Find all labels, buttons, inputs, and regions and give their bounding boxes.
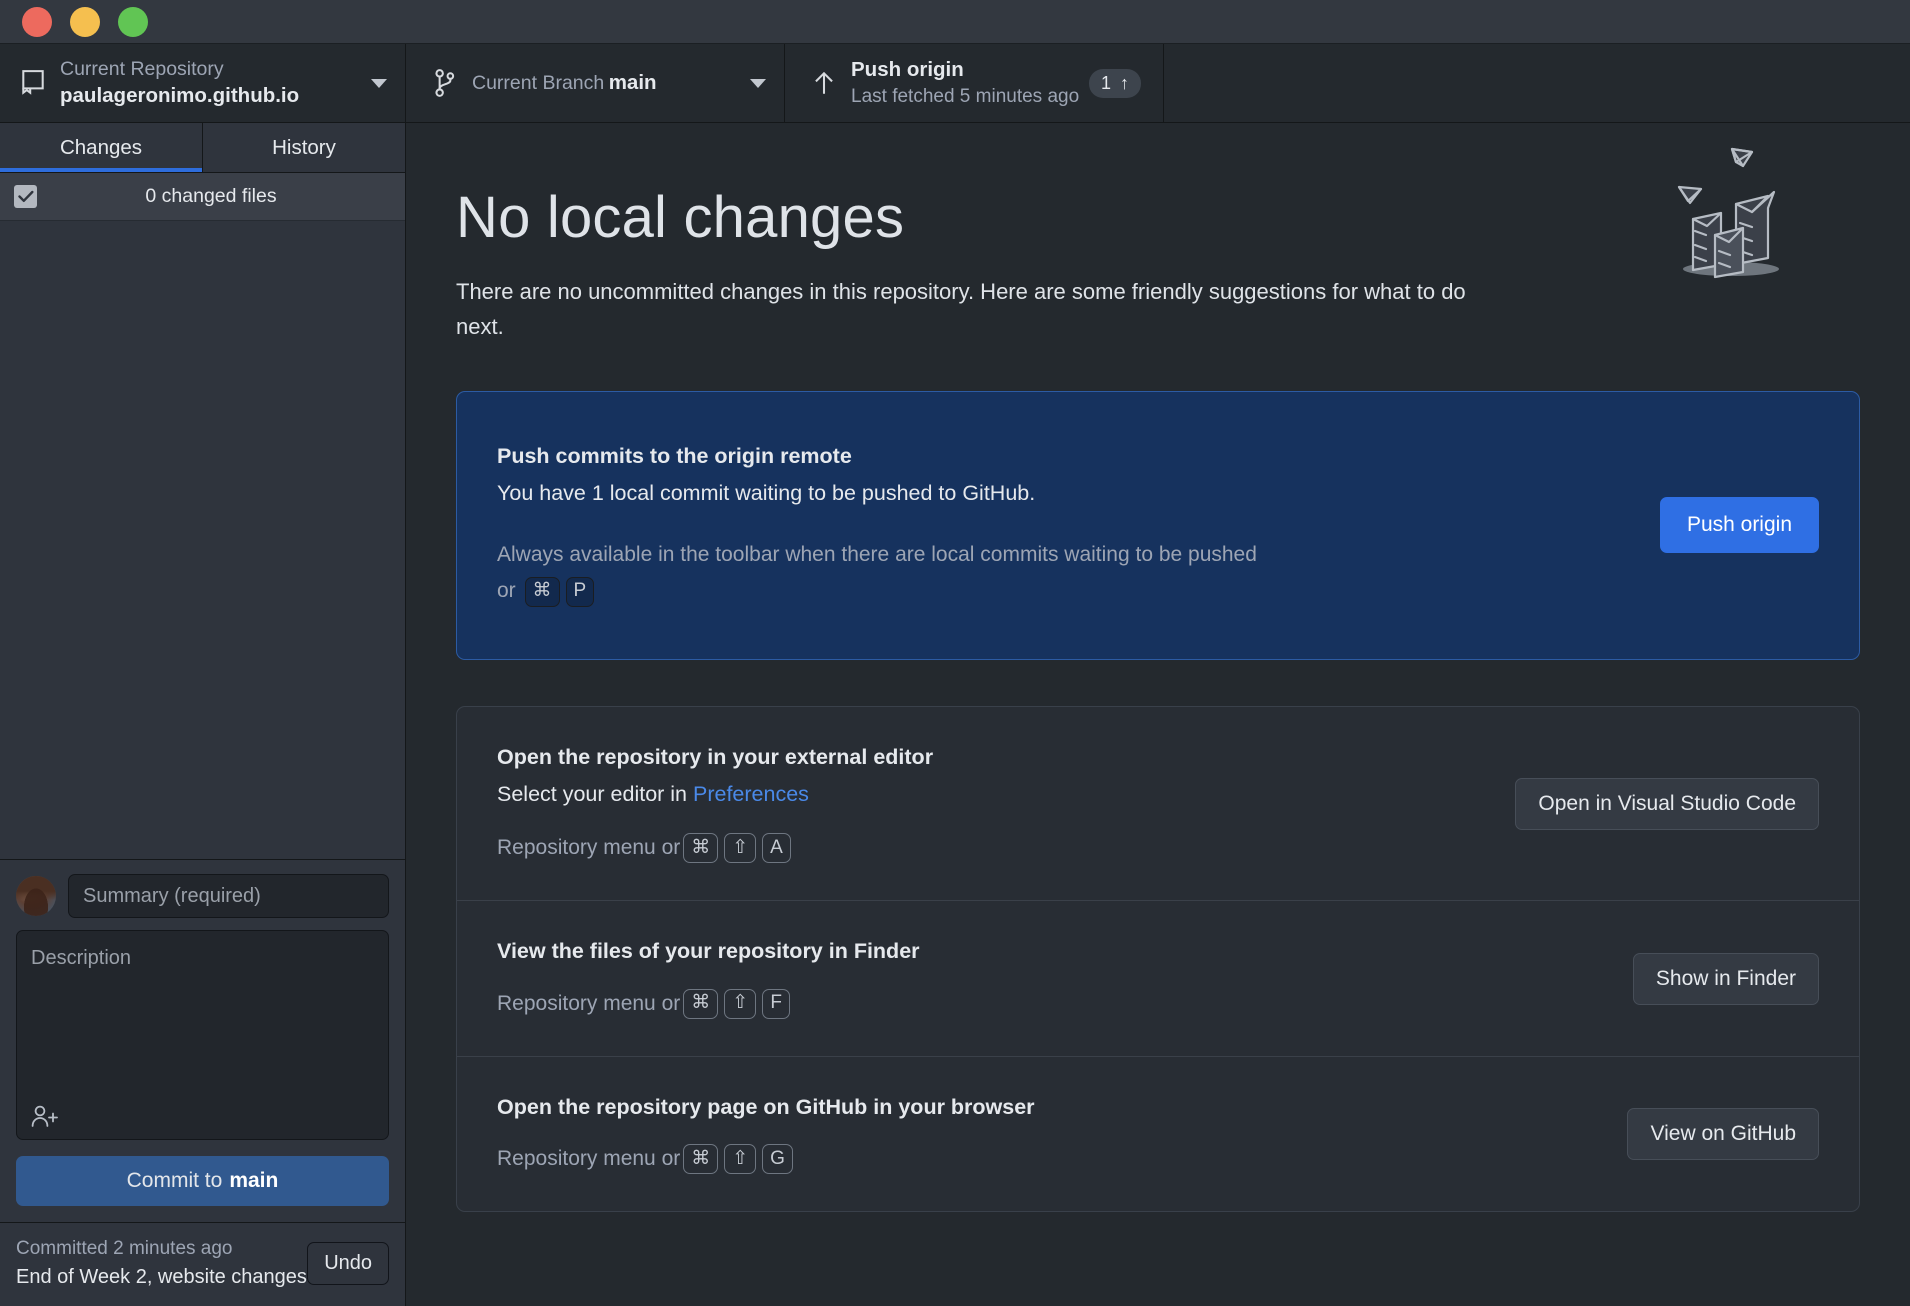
app-toolbar: Current Repository paulageronimo.github.… [0,44,1910,123]
push-origin-card-button[interactable]: Push origin [1659,496,1819,553]
a-key: A [762,833,791,864]
g-key: G [762,1144,793,1175]
changed-files-list [0,221,405,860]
push-commits-title: Push commits to the origin remote [497,443,852,468]
chevron-down-icon [750,78,766,88]
repo-icon [16,69,50,97]
show-in-finder-button[interactable]: Show in Finder [1632,952,1819,1005]
window-titlebar [0,0,1910,44]
arrow-up-icon [807,69,841,97]
shift-key-icon: ⇧ [724,833,757,864]
show-in-finder-text: View the files of your repository in Fin… [497,935,1609,1021]
p-key: P [565,576,595,607]
push-origin-last-fetched: Last fetched 5 minutes ago [851,86,1080,108]
view-on-github-title: Open the repository page on GitHub in yo… [497,1094,1035,1119]
current-branch-value: main [608,71,657,95]
commit-button-prefix: Commit to [126,1169,223,1193]
toolbar-filler [1164,44,1910,122]
branch-icon [428,68,462,98]
changed-files-header: 0 changed files [0,173,405,221]
push-origin-label: Push origin [851,58,964,82]
push-commits-row: Push commits to the origin remote You ha… [457,392,1859,659]
minimize-window-button[interactable] [70,6,100,37]
commit-description-wrap [16,930,389,1141]
push-commits-card: Push commits to the origin remote You ha… [456,390,1860,661]
app-body: Changes History 0 changed files Summary … [0,123,1910,1306]
preferences-link[interactable]: Preferences [693,782,809,806]
current-branch-button[interactable]: Current Branch main [406,44,785,122]
commit-to-branch-button[interactable]: Commit to main [16,1156,389,1207]
avatar [16,876,56,917]
show-in-finder-hint: Repository menu or ⌘ ⇧ F [497,986,1609,1022]
select-all-checkbox[interactable] [14,185,37,208]
push-commits-description: You have 1 local commit waiting to be pu… [497,481,1036,506]
commit-summary-input[interactable] [68,874,389,919]
shift-key-icon: ⇧ [724,988,757,1019]
sidebar-tabs: Changes History [0,123,405,173]
view-on-github-row: Open the repository page on GitHub in yo… [457,1055,1859,1211]
changed-files-count: 0 changed files [145,185,277,207]
view-on-github-hint: Repository menu or ⌘ ⇧ G [497,1141,1603,1177]
show-in-finder-title: View the files of your repository in Fin… [497,939,920,964]
f-key: F [762,988,791,1019]
current-repository-value: paulageronimo.github.io [60,84,300,108]
view-on-github-button[interactable]: View on GitHub [1627,1107,1819,1160]
last-commit-time: Committed 2 minutes ago [16,1238,233,1260]
undo-button[interactable]: Undo [307,1242,389,1286]
current-branch-text: Current Branch main [472,69,740,97]
close-window-button[interactable] [22,6,52,37]
view-on-github-hint-text: Repository menu or [497,1147,681,1171]
page-description: There are no uncommitted changes in this… [456,278,1466,340]
command-key-icon: ⌘ [524,576,560,607]
chevron-down-icon [371,78,387,88]
command-key-icon: ⌘ [683,988,719,1019]
open-in-editor-description-prefix: Select your editor in [497,782,693,807]
current-repository-label: Current Repository [60,58,224,80]
open-in-visual-studio-code-button[interactable]: Open in Visual Studio Code [1515,777,1819,830]
show-in-finder-hint-text: Repository menu or [497,991,681,1015]
push-origin-text: Push origin Last fetched 5 minutes ago [851,56,1089,109]
open-in-editor-text: Open the repository in your external edi… [497,741,1491,866]
suggestions-card: Open the repository in your external edi… [456,706,1860,1213]
tab-changes-label: Changes [59,135,143,159]
push-commits-text: Push commits to the origin remote You ha… [497,440,1636,609]
no-changes-hero: No local changes There are no uncommitte… [456,123,1860,345]
commit-button-branch: main [229,1169,279,1193]
main-content: No local changes There are no uncommitte… [406,123,1910,1306]
last-commit-message: End of Week 2, website changes [16,1266,307,1288]
page-title: No local changes [456,185,905,250]
sidebar: Changes History 0 changed files Summary … [0,123,406,1306]
boxes-and-paper-planes-illustration [1657,131,1802,281]
maximize-window-button[interactable] [118,6,148,37]
tab-changes[interactable]: Changes [0,123,202,172]
current-repository-button[interactable]: Current Repository paulageronimo.github.… [0,44,406,122]
commit-summary-row [16,874,389,919]
push-origin-toolbar-button[interactable]: Push origin Last fetched 5 minutes ago 1… [785,44,1164,122]
tab-history[interactable]: History [202,123,405,172]
tab-history-label: History [272,135,336,159]
push-commits-hint-text: Always available in the toolbar when the… [497,543,1257,603]
commit-description-input[interactable] [16,930,389,1141]
commits-ahead-badge: 1 ↑ [1088,68,1141,98]
command-key-icon: ⌘ [683,1144,719,1175]
command-key-icon: ⌘ [683,833,719,864]
commit-form: Commit to main [0,859,405,1223]
undo-commit-bar: Committed 2 minutes ago End of Week 2, w… [0,1222,405,1306]
current-branch-label: Current Branch [472,72,605,95]
current-repository-text: Current Repository paulageronimo.github.… [60,56,361,110]
open-in-editor-hint: Repository menu or ⌘ ⇧ A [497,830,1491,866]
open-in-editor-title: Open the repository in your external edi… [497,745,934,770]
arrow-up-small-icon: ↑ [1120,72,1129,93]
add-coauthor-icon[interactable] [30,1096,64,1130]
last-commit-info: Committed 2 minutes ago End of Week 2, w… [16,1235,307,1292]
github-desktop-window: Current Repository paulageronimo.github.… [0,0,1910,1306]
open-in-editor-hint-text: Repository menu or [497,836,681,860]
view-on-github-text: Open the repository page on GitHub in yo… [497,1091,1603,1177]
push-commits-hint: Always available in the toolbar when the… [497,537,1267,609]
shift-key-icon: ⇧ [724,1144,757,1175]
show-in-finder-row: View the files of your repository in Fin… [457,900,1859,1055]
open-in-editor-description: Select your editor in Preferences [497,777,1491,812]
commits-ahead-count: 1 [1100,72,1111,93]
open-in-editor-row: Open the repository in your external edi… [457,707,1859,900]
